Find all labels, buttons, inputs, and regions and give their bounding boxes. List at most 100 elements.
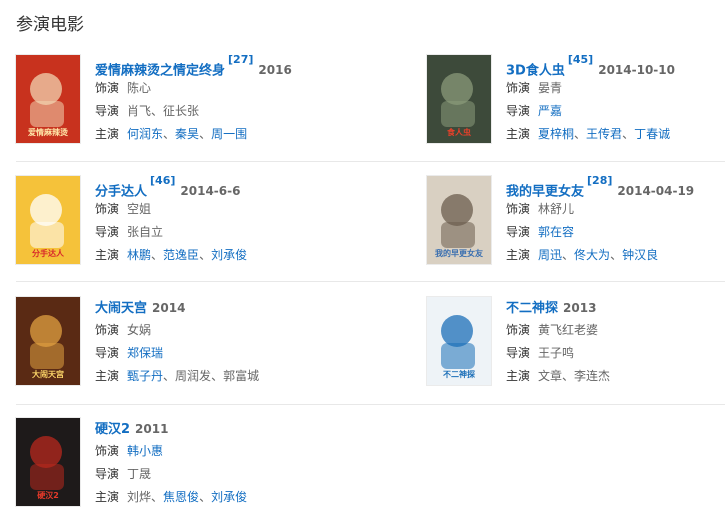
cast-name[interactable]: 范逸臣 bbox=[163, 248, 199, 262]
film-poster[interactable]: 大闹天宫 bbox=[16, 297, 80, 385]
film-poster[interactable]: 分手达人 bbox=[16, 176, 80, 264]
role-label: 饰演 bbox=[95, 81, 120, 95]
director-row: 导演 肖飞、征长张 bbox=[95, 101, 336, 121]
cast-name: 刘烨 bbox=[127, 490, 152, 504]
reference-link[interactable]: [45] bbox=[568, 53, 593, 66]
film-poster[interactable]: 爱情麻辣烫 bbox=[16, 55, 80, 143]
film-date: 2014-10-10 bbox=[598, 63, 675, 78]
film-title-link[interactable]: 分手达人 bbox=[95, 184, 147, 199]
film-info: 硬汉2 2011 饰演 韩小惠 导演 丁晟 主演 刘烨、焦恩俊、刘承俊 bbox=[95, 418, 336, 507]
svg-text:食人虫: 食人虫 bbox=[447, 127, 471, 137]
cast-name[interactable]: 焦恩俊 bbox=[163, 490, 199, 504]
poster-art: 大闹天宫 bbox=[16, 297, 80, 385]
row-divider bbox=[16, 161, 725, 162]
film-info: 分手达人[46]2014-6-6 饰演 空姐 导演 张自立 主演 林鹏、范逸臣、刘承俊 bbox=[95, 174, 336, 265]
cast-label: 主演 bbox=[95, 369, 120, 383]
film-date: 2013 bbox=[563, 301, 597, 315]
film-info: 3D食人虫[45]2014-10-10 饰演 晏青 导演 严嘉 主演 夏梓桐、王传君、丁春诚 bbox=[506, 53, 725, 144]
director-label: 导演 bbox=[95, 104, 120, 118]
film-info: 不二神探 2013 饰演 黄飞红老婆 导演 王子鸣 主演 文章、李连杰 bbox=[506, 297, 725, 386]
director-row: 导演 王子鸣 bbox=[506, 343, 725, 363]
reference-link[interactable]: [27] bbox=[228, 53, 253, 66]
cast-name[interactable]: 林鹏 bbox=[127, 248, 151, 262]
cast-name: 周润发 bbox=[175, 369, 212, 383]
cast-label: 主演 bbox=[95, 490, 120, 504]
separator: 、 bbox=[562, 369, 575, 383]
role-row: 饰演 空姐 bbox=[95, 199, 336, 219]
film-title-link[interactable]: 硬汉2 bbox=[95, 422, 130, 437]
cast-label: 主演 bbox=[506, 369, 531, 383]
director-row: 导演 严嘉 bbox=[506, 101, 725, 121]
director-name[interactable]: 郭在容 bbox=[538, 225, 574, 239]
role-label: 饰演 bbox=[95, 202, 120, 216]
director-label: 导演 bbox=[506, 225, 531, 239]
role-label: 饰演 bbox=[506, 323, 531, 337]
film-title-line: 硬汉2 2011 bbox=[95, 418, 336, 438]
role-name: 空姐 bbox=[127, 202, 152, 216]
cast-name[interactable]: 刘承俊 bbox=[211, 490, 247, 504]
cast-name[interactable]: 刘承俊 bbox=[211, 248, 247, 262]
film-date: 2016 bbox=[258, 63, 292, 78]
separator: 、 bbox=[199, 248, 212, 262]
cast-name: 郭富城 bbox=[223, 369, 260, 383]
role-row: 饰演 林舒儿 bbox=[506, 199, 725, 219]
cast-name[interactable]: 周迅 bbox=[538, 248, 562, 262]
director-name: 张自立 bbox=[127, 225, 164, 239]
poster-art: 我的早更女友 bbox=[427, 176, 491, 264]
film-title-link[interactable]: 我的早更女友 bbox=[506, 184, 584, 199]
cast-name[interactable]: 周一围 bbox=[211, 127, 247, 141]
cast-label: 主演 bbox=[506, 248, 531, 262]
film-poster[interactable]: 食人虫 bbox=[427, 55, 491, 143]
cast-row: 主演 何润东、秦昊、周一围 bbox=[95, 124, 336, 144]
cast-row: 主演 文章、李连杰 bbox=[506, 366, 725, 386]
separator: 、 bbox=[562, 248, 575, 262]
cast-name: 文章 bbox=[538, 369, 563, 383]
separator: 、 bbox=[163, 369, 176, 383]
film-title-line: 分手达人[46] 2014-6-6 bbox=[95, 174, 336, 199]
director-name: 肖飞 bbox=[127, 104, 152, 118]
director-name[interactable]: 严嘉 bbox=[538, 104, 562, 118]
role-name: 女娲 bbox=[127, 323, 152, 337]
section-title: 参演电影 bbox=[16, 15, 84, 35]
film-poster[interactable]: 我的早更女友 bbox=[427, 176, 491, 264]
role-label: 饰演 bbox=[506, 202, 531, 216]
film-card: 大闹天宫 大闹天宫 2014 饰演 女娲 导演 郑保瑞 主演 甄子丹、周润发、郭富城 bbox=[16, 297, 336, 387]
role-name[interactable]: 韩小惠 bbox=[127, 444, 163, 458]
film-title-link[interactable]: 大闹天宫 bbox=[95, 301, 147, 316]
role-row: 饰演 晏青 bbox=[506, 78, 725, 98]
cast-row: 主演 甄子丹、周润发、郭富城 bbox=[95, 366, 336, 386]
role-name: 陈心 bbox=[127, 81, 152, 95]
film-card: 我的早更女友 我的早更女友[28]2014-04-19 饰演 林舒儿 导演 郭在容 主演 周迅… bbox=[427, 174, 725, 266]
cast-name[interactable]: 丁春诚 bbox=[634, 127, 670, 141]
cast-name[interactable]: 秦昊 bbox=[175, 127, 199, 141]
film-poster[interactable]: 硬汉2 bbox=[16, 418, 80, 506]
svg-text:不二神探: 不二神探 bbox=[443, 369, 476, 379]
reference-link[interactable]: [28] bbox=[587, 174, 612, 187]
role-row: 饰演 女娲 bbox=[95, 320, 336, 340]
film-title-link[interactable]: 不二神探 bbox=[506, 301, 558, 316]
row-divider bbox=[16, 281, 725, 282]
film-title-line: 不二神探 2013 bbox=[506, 297, 725, 317]
cast-name[interactable]: 甄子丹 bbox=[127, 369, 163, 383]
director-label: 导演 bbox=[506, 104, 531, 118]
role-label: 饰演 bbox=[506, 81, 531, 95]
reference-link[interactable]: [46] bbox=[150, 174, 175, 187]
separator: 、 bbox=[622, 127, 635, 141]
film-title-line: 大闹天宫 2014 bbox=[95, 297, 336, 317]
separator: 、 bbox=[211, 369, 224, 383]
cast-name[interactable]: 佟大为 bbox=[574, 248, 610, 262]
cast-label: 主演 bbox=[95, 127, 120, 141]
director-name[interactable]: 郑保瑞 bbox=[127, 346, 163, 360]
cast-name[interactable]: 何润东 bbox=[127, 127, 163, 141]
role-label: 饰演 bbox=[95, 444, 120, 458]
poster-art: 硬汉2 bbox=[16, 418, 80, 506]
cast-name: 李连杰 bbox=[574, 369, 611, 383]
cast-name[interactable]: 王传君 bbox=[586, 127, 622, 141]
film-title-link[interactable]: 爱情麻辣烫之情定终身 bbox=[95, 63, 225, 78]
cast-name[interactable]: 钟汉良 bbox=[622, 248, 658, 262]
director-row: 导演 张自立 bbox=[95, 222, 336, 242]
film-title-link[interactable]: 3D食人虫 bbox=[506, 63, 565, 78]
cast-name[interactable]: 夏梓桐 bbox=[538, 127, 574, 141]
film-poster[interactable]: 不二神探 bbox=[427, 297, 491, 385]
director-name: 丁晟 bbox=[127, 467, 152, 481]
